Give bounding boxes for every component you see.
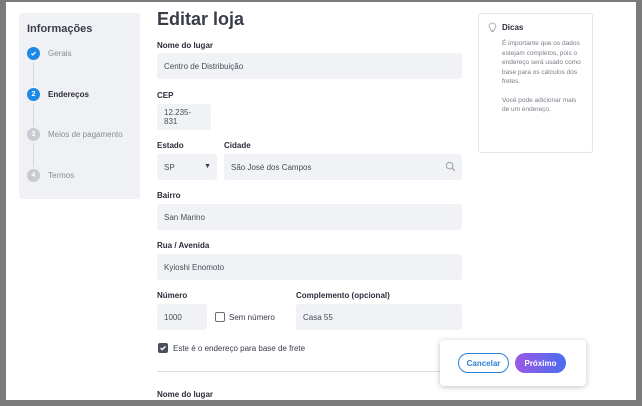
step-connector xyxy=(33,102,34,127)
complement-input[interactable]: Casa 55 xyxy=(296,304,462,330)
tips-panel: Dicas É importante que os dados estejam … xyxy=(478,13,593,153)
next-button[interactable]: Próximo xyxy=(515,353,566,373)
city-value: São José dos Campos xyxy=(231,162,312,172)
step-connector xyxy=(33,62,34,86)
page-title: Editar loja xyxy=(157,9,245,29)
steps-title: Informações xyxy=(27,23,93,35)
next-place-name-label: Nome do lugar xyxy=(157,390,214,399)
number-value: 1000 xyxy=(164,312,182,322)
step-gerais[interactable]: Gerais xyxy=(27,47,132,88)
no-number-label: Sem número xyxy=(229,313,275,322)
step-termos[interactable]: 4 Termos xyxy=(27,168,132,210)
number-label: Número xyxy=(157,291,188,300)
tips-body: É importante que os dados estejam comple… xyxy=(502,39,583,115)
place-name-value: Centro de Distribuição xyxy=(164,61,244,71)
step-enderecos[interactable]: 2 Endereços xyxy=(27,87,132,129)
step-label: Meios de pagamento xyxy=(48,130,123,139)
action-bar: Cancelar Próximo xyxy=(440,340,586,386)
state-select[interactable]: SP ▼ xyxy=(157,154,217,180)
check-icon xyxy=(160,345,166,351)
state-label: Estado xyxy=(157,141,184,150)
step-label: Endereços xyxy=(48,89,89,99)
app-frame: Informações Gerais 2 Endereços 3 Meios d… xyxy=(6,2,636,400)
complement-value: Casa 55 xyxy=(303,312,333,322)
cep-input[interactable]: 12.235-831 xyxy=(157,104,211,130)
freight-base-label: Este é o endereço para base de frete xyxy=(173,344,306,353)
lightbulb-icon xyxy=(488,22,497,32)
freight-base-checkbox[interactable] xyxy=(158,343,168,353)
number-input[interactable]: 1000 xyxy=(157,304,207,330)
search-icon[interactable] xyxy=(445,161,456,172)
street-value: Kyioshi Enomoto xyxy=(164,262,225,272)
caret-down-icon: ▼ xyxy=(204,163,211,170)
state-value: SP xyxy=(164,162,175,172)
cancel-button[interactable]: Cancelar xyxy=(458,353,509,373)
tips-header: Dicas xyxy=(488,22,583,33)
cep-value: 12.235-831 xyxy=(164,108,192,126)
step-meios-de-pagamento[interactable]: 3 Meios de pagamento xyxy=(27,128,132,169)
check-icon xyxy=(27,47,40,60)
step-number: 2 xyxy=(27,87,40,101)
tips-paragraph: Você pode adicionar mais de um endereço. xyxy=(502,96,577,114)
city-label: Cidade xyxy=(224,141,251,150)
step-number: 3 xyxy=(27,128,40,141)
street-input[interactable]: Kyioshi Enomoto xyxy=(157,254,462,280)
place-name-label: Nome do lugar xyxy=(157,41,214,50)
district-input[interactable]: San Marino xyxy=(157,204,462,230)
street-label: Rua / Avenida xyxy=(157,241,210,250)
complement-label: Complemento (opcional) xyxy=(296,291,390,300)
section-divider xyxy=(157,371,445,372)
no-number-checkbox[interactable] xyxy=(215,312,225,322)
tips-title: Dicas xyxy=(502,23,524,32)
district-label: Bairro xyxy=(157,191,181,200)
district-value: San Marino xyxy=(164,212,205,222)
step-label: Gerais xyxy=(48,49,72,58)
step-number: 4 xyxy=(27,168,40,182)
steps-sidebar: Informações Gerais 2 Endereços 3 Meios d… xyxy=(19,13,140,199)
city-input[interactable]: São José dos Campos xyxy=(224,154,462,180)
step-label: Termos xyxy=(48,170,75,180)
step-connector xyxy=(33,143,34,167)
tips-paragraph: É importante que os dados estejam comple… xyxy=(502,40,581,85)
place-name-input[interactable]: Centro de Distribuição xyxy=(157,53,462,79)
cep-label: CEP xyxy=(157,91,174,100)
